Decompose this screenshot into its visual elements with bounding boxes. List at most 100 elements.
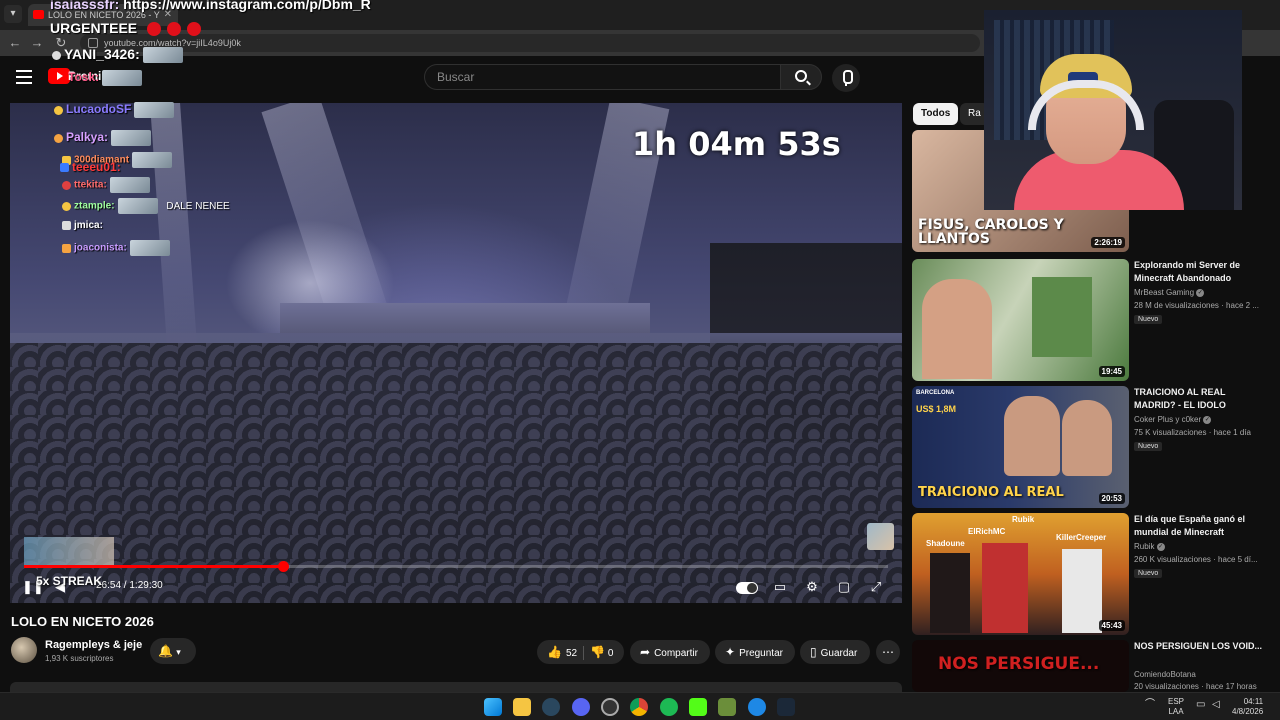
new-badge: Nuevo xyxy=(1134,315,1163,324)
chat-user: ttekita: xyxy=(74,179,107,191)
video-title[interactable]: El día que España ganó el mundial de Min… xyxy=(1134,513,1264,539)
minecraft-figure xyxy=(1032,277,1092,357)
recommended-video[interactable]: 19:45 Explorando mi Server de Minecraft … xyxy=(912,259,1272,383)
app-icon[interactable] xyxy=(748,698,766,716)
theater-mode-icon[interactable]: ▢ xyxy=(834,577,854,597)
video-title[interactable]: NOS PERSIGUEN LOS VOID... xyxy=(1134,640,1264,653)
video-meta: 260 K visualizaciones · hace 5 dí... xyxy=(1134,555,1258,564)
channel-avatar[interactable] xyxy=(11,637,37,663)
more-actions-icon[interactable]: ⋯ xyxy=(876,640,900,664)
video-thumbnail[interactable]: 19:45 xyxy=(912,259,1129,381)
chat-user: teeeu01: xyxy=(72,160,121,174)
user-badge-icon xyxy=(62,220,71,230)
chat-message: LucaodoSF xyxy=(54,102,175,118)
channel-name[interactable]: Rubik ✓ xyxy=(1134,542,1165,551)
bell-icon: 🔔 xyxy=(158,644,173,658)
channel-name[interactable]: Coker Plus y c0ker ✓ xyxy=(1134,415,1212,424)
recommended-video[interactable]: NOS PERSIGUE... NOS PERSIGUEN LOS VOID..… xyxy=(912,640,1272,692)
video-thumbnail[interactable]: BARCELONA US$ 1,8M TRAICIONO AL REAL 20:… xyxy=(912,386,1129,508)
steam-client-icon[interactable] xyxy=(777,698,795,716)
discord-icon[interactable] xyxy=(572,698,590,716)
red-circle-emoji-icon xyxy=(147,22,162,37)
player-controls: ❚❚ ◀ 26:54 / 1:29:30 ▭ ⚙ ▢ ⤢ xyxy=(10,573,902,603)
channel-name[interactable]: ComiendoBotana xyxy=(1134,670,1196,679)
duration: 1:29:30 xyxy=(129,580,163,591)
chip-all[interactable]: Todos xyxy=(913,103,959,125)
progress-bar[interactable] xyxy=(24,561,888,572)
recommended-video[interactable]: Rubik Shadoune ElRichMC KillerCreeper 45… xyxy=(912,513,1272,637)
chat-message: ttekita: xyxy=(62,177,150,193)
menu-icon[interactable] xyxy=(16,70,32,84)
search-button[interactable] xyxy=(780,64,822,90)
chat-message: YANI_3426: xyxy=(52,46,183,64)
thumb-name-label: KillerCreeper xyxy=(1056,533,1107,542)
network-icon[interactable]: ▭ xyxy=(1196,700,1205,710)
video-title: LOLO EN NICETO 2026 xyxy=(11,614,154,629)
subtitles-icon[interactable]: ▭ xyxy=(770,577,790,597)
windows-taskbar: ⌒ ESP LAA ▭ ◁ 04:11 4/8/2026 xyxy=(0,692,1280,720)
share-button[interactable]: ➦ Compartir xyxy=(630,640,710,664)
autoplay-toggle[interactable] xyxy=(736,582,758,594)
channel-name[interactable]: MrBeast Gaming ✓ xyxy=(1134,288,1205,297)
notification-bell-button[interactable]: 🔔 ▾ xyxy=(150,638,196,664)
obs-icon[interactable] xyxy=(601,698,619,716)
progress-played xyxy=(24,565,284,568)
speaker-icon[interactable]: ◁ xyxy=(1212,700,1220,710)
streamer-mini-cam xyxy=(24,537,114,565)
verified-icon: ✓ xyxy=(1156,542,1165,551)
video-thumbnail[interactable]: Rubik Shadoune ElRichMC KillerCreeper 45… xyxy=(912,513,1129,635)
recommended-video[interactable]: BARCELONA US$ 1,8M TRAICIONO AL REAL 20:… xyxy=(912,386,1272,510)
dislike-thumb-icon[interactable]: 👎 xyxy=(590,645,605,659)
clock[interactable]: 04:11 4/8/2026 xyxy=(1232,697,1263,717)
video-thumbnail[interactable]: NOS PERSIGUE... xyxy=(912,640,1129,692)
chat-text: https://www.instagram.com/p/Dbm_R xyxy=(123,0,371,12)
screen: ▾ LOLO EN NICETO 2026 - Y ✕ ← → ↻ youtub… xyxy=(0,0,1280,720)
mini-avatar-overlay xyxy=(867,523,894,550)
like-thumb-icon[interactable]: 👍 xyxy=(547,640,562,664)
file-explorer-icon[interactable] xyxy=(513,698,531,716)
video-meta: 28 M de visualizaciones · hace 2 ... xyxy=(1134,301,1259,310)
video-title[interactable]: TRAICIONO AL REAL MADRID? - EL IDOLO xyxy=(1134,386,1264,412)
thumbnail-caption: FISUS, CAROLOS Y LLANTOS xyxy=(918,217,1064,247)
tab-list-chevron-icon[interactable]: ▾ xyxy=(4,5,22,23)
chat-message: isaiasssfr: https://www.instagram.com/p/… xyxy=(50,0,371,12)
settings-gear-icon[interactable]: ⚙ xyxy=(802,577,822,597)
back-arrow-icon[interactable]: ← xyxy=(6,34,24,52)
kick-icon[interactable] xyxy=(689,698,707,716)
thumb-name-label: Rubik xyxy=(1012,515,1035,524)
emote-icon xyxy=(109,177,150,193)
video-duration: 45:43 xyxy=(1098,620,1125,631)
minecraft-icon[interactable] xyxy=(718,698,736,716)
description-box[interactable] xyxy=(10,682,902,692)
steam-icon[interactable] xyxy=(542,698,560,716)
fullscreen-icon[interactable]: ⤢ xyxy=(866,577,886,597)
chat-message: Palkya: xyxy=(54,130,152,146)
clock-time: 04:11 xyxy=(1243,697,1264,706)
channel-name[interactable]: Ragempleys & jeje xyxy=(45,639,142,651)
minecraft-figure xyxy=(930,553,970,633)
user-badge-icon xyxy=(54,105,63,115)
chat-user: jmica: xyxy=(74,220,103,231)
chat-message: URGENTEEE xyxy=(50,20,202,37)
youtube-favicon-icon xyxy=(33,10,44,19)
ask-button[interactable]: ✦ Preguntar xyxy=(715,640,795,664)
thumb-name-label: Shadoune xyxy=(926,539,965,548)
search-input[interactable]: Buscar xyxy=(424,64,780,90)
sparkle-icon: ✦ xyxy=(725,645,736,659)
like-count[interactable]: 52 xyxy=(566,648,577,659)
mic-tray-icon[interactable]: ⌒ xyxy=(1145,700,1155,710)
chrome-icon[interactable] xyxy=(630,698,648,716)
save-button[interactable]: ▯ Guardar xyxy=(800,640,870,664)
windows-start-icon[interactable] xyxy=(484,698,502,716)
emote-icon xyxy=(142,47,183,64)
video-duration: 2:26:19 xyxy=(1091,237,1125,248)
dislike-count[interactable]: 0 xyxy=(608,648,614,659)
video-title[interactable]: Explorando mi Server de Minecraft Abando… xyxy=(1134,259,1264,285)
forward-arrow-icon[interactable]: → xyxy=(28,34,46,52)
language-indicator[interactable]: ESP LAA xyxy=(1168,697,1184,717)
stream-timer-overlay: 1h 04m 53s xyxy=(632,125,841,163)
spotify-icon[interactable] xyxy=(660,698,678,716)
video-duration: 20:53 xyxy=(1098,493,1125,504)
share-label: Compartir xyxy=(654,648,698,659)
voice-search-mic-icon[interactable] xyxy=(832,64,860,92)
